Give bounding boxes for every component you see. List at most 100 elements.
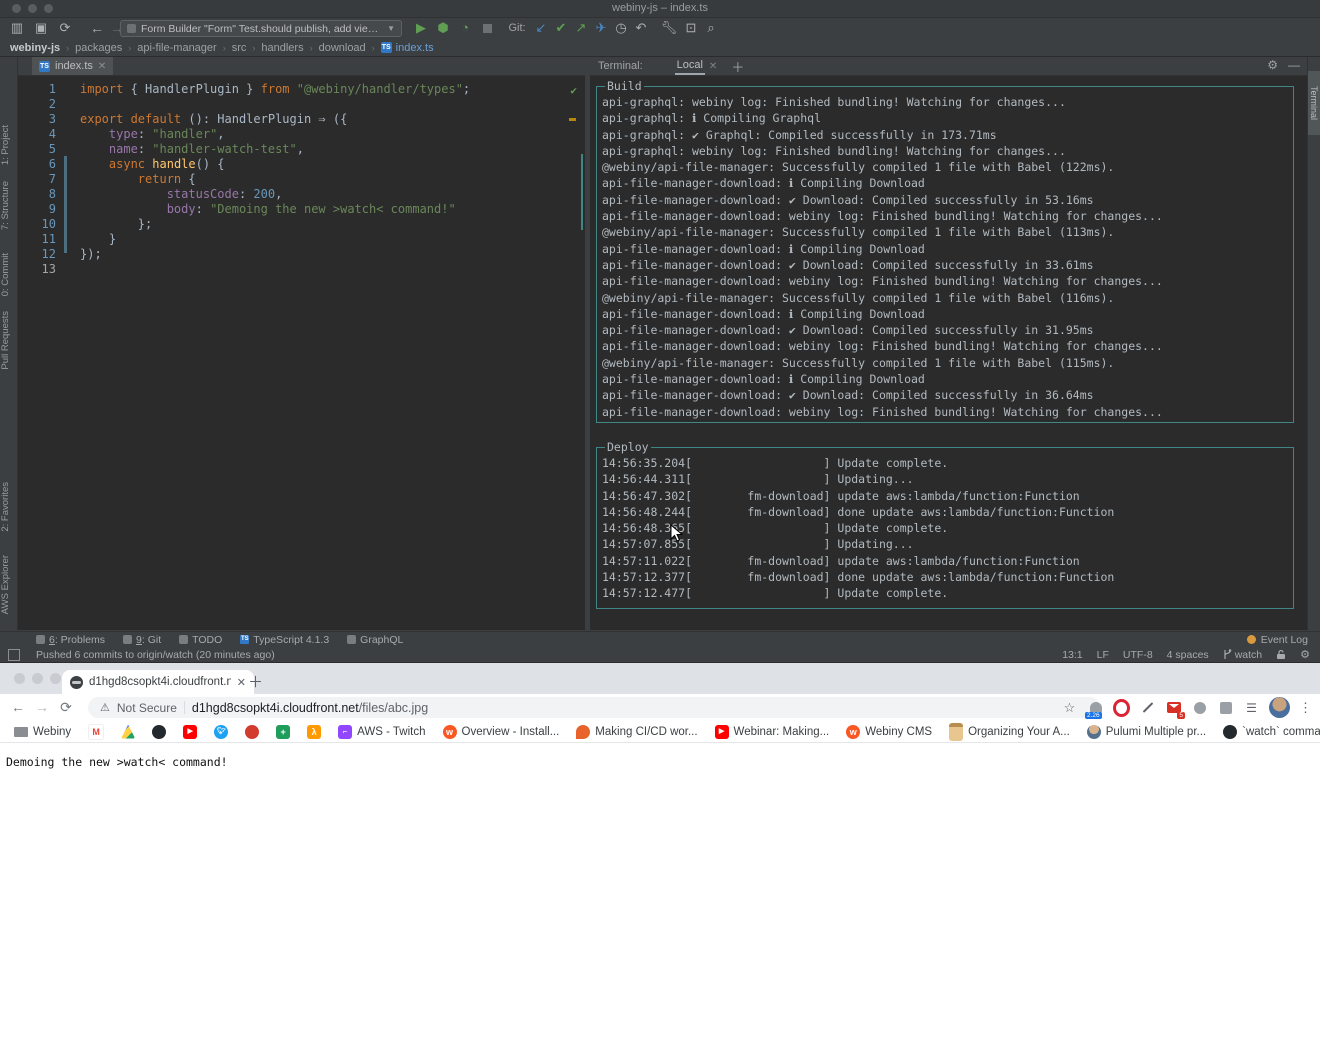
address-bar[interactable]: ⚠ Not Secure d1hgd8csopkt4i.cloudfront.n… (88, 697, 1100, 718)
breadcrumb-item[interactable]: download (319, 42, 366, 54)
bookmark-item[interactable]: wOverview - Install... (443, 725, 560, 739)
bookmark-item[interactable]: ▶ (183, 725, 197, 739)
bookmark-item[interactable]: Webiny (14, 726, 71, 738)
bookmark-item[interactable]: + (276, 725, 290, 739)
open-folder-icon[interactable]: ▥ (8, 20, 26, 36)
rollback-icon[interactable]: ↶ (632, 20, 650, 36)
toolwindow-button-todo[interactable]: TODO (179, 634, 222, 646)
git-cherrypick-icon[interactable]: ✈ (592, 20, 610, 36)
breadcrumb-item[interactable]: packages (75, 42, 122, 54)
terminal-minimize-icon[interactable]: — (1288, 58, 1300, 72)
reload-icon[interactable]: ⟳ (56, 697, 76, 717)
terminal-side-tab[interactable]: Terminal (1308, 71, 1320, 135)
bookmark-item[interactable]: ▶Webinar: Making... (715, 725, 830, 739)
sidebar-item--favorites[interactable]: 2: Favorites (0, 482, 17, 532)
sidebar-item--structure[interactable]: 7: Structure (0, 181, 17, 230)
history-icon[interactable]: ◷ (612, 20, 630, 36)
git-commit-icon[interactable]: ✔ (552, 20, 570, 36)
git-branch-widget[interactable]: watch (1223, 649, 1262, 661)
timer-extension-icon[interactable]: 2.26 (1087, 699, 1104, 716)
eyedropper-extension-icon[interactable] (1139, 699, 1156, 716)
gear-icon[interactable]: ⚙ (1300, 648, 1310, 661)
git-push-icon[interactable]: ↗ (572, 20, 590, 36)
sync-icon[interactable]: ⟳ (56, 20, 74, 36)
sidebar-item--commit[interactable]: 0: Commit (0, 253, 17, 296)
browser-menu-icon[interactable]: ⋮ (1299, 700, 1312, 716)
playlist-extension-icon[interactable]: ☰ (1243, 699, 1260, 716)
sidebar-item-aws-explorer[interactable]: AWS Explorer (0, 555, 17, 614)
terminal-window-icon[interactable]: ⊡ (682, 20, 700, 36)
terminal-tab-local[interactable]: Local (675, 58, 705, 75)
window-zoom-button[interactable] (50, 673, 61, 684)
close-icon[interactable]: ✕ (709, 61, 717, 72)
tool-window-toggle-icon[interactable] (8, 649, 20, 661)
folder-icon (14, 727, 28, 737)
bookmark-item[interactable]: Organizing Your A... (949, 723, 1070, 741)
breadcrumb-item[interactable]: handlers (261, 42, 303, 54)
run-config-dropdown[interactable]: Form Builder "Form" Test.should publish,… (120, 20, 402, 37)
profile-avatar[interactable] (1269, 697, 1290, 718)
bookmark-item[interactable]: `watch` comman... (1223, 725, 1320, 739)
editor-tab-index-ts[interactable]: TS index.ts ✕ (32, 57, 113, 75)
wrench-icon[interactable]: 🔧︎ (660, 20, 678, 36)
breadcrumb-item[interactable]: webiny-js (10, 42, 60, 54)
save-icon[interactable]: ▣ (32, 20, 50, 36)
event-log-button[interactable]: Event Log (1247, 634, 1308, 646)
chevron-right-icon: › (310, 43, 313, 53)
bookmark-item[interactable]: M (88, 724, 104, 740)
misc-extension-icon[interactable] (1191, 699, 1208, 716)
toolwindow-button-git[interactable]: 9: Git (123, 634, 161, 646)
bookmark-star-icon[interactable]: ☆ (1061, 699, 1078, 716)
close-icon[interactable]: ✕ (98, 61, 106, 72)
bookmark-item[interactable]: 🐦︎ (214, 725, 228, 739)
breadcrumb-label: index.ts (396, 42, 434, 54)
search-everywhere-icon[interactable]: ⌕ (702, 20, 720, 36)
bookmark-item[interactable]: Pulumi Multiple pr... (1087, 725, 1206, 739)
forward-icon[interactable]: → (32, 697, 52, 717)
browser-tab[interactable]: d1hgd8csopkt4i.cloudfront.ne ✕ (62, 670, 254, 694)
terminal-settings-icon[interactable]: ⚙ (1267, 58, 1278, 72)
event-log-label: Event Log (1261, 634, 1308, 646)
bookmark-item[interactable] (121, 725, 135, 739)
git-update-icon[interactable]: ↙ (532, 20, 550, 36)
caret-position[interactable]: 13:1 (1062, 649, 1082, 661)
indent-setting[interactable]: 4 spaces (1167, 649, 1209, 661)
opera-extension-icon[interactable] (1113, 699, 1130, 716)
bookmark-item[interactable] (152, 725, 166, 739)
window-minimize-button[interactable] (32, 673, 43, 684)
back-icon[interactable]: ← (88, 20, 106, 36)
editor-code[interactable]: import { HandlerPlugin } from "@webiny/h… (80, 82, 585, 277)
close-icon[interactable]: ✕ (237, 676, 246, 689)
debug-button[interactable]: ⬢ (434, 20, 452, 36)
line-ending[interactable]: LF (1097, 649, 1109, 661)
toolwindow-button-ts[interactable]: TSTypeScript 4.1.3 (240, 634, 329, 646)
encoding[interactable]: UTF-8 (1123, 649, 1153, 661)
toolwindow-button-problems[interactable]: 6: Problems (36, 634, 105, 646)
editor-body[interactable]: 12345678910111213 import { HandlerPlugin… (18, 76, 585, 630)
youtube-icon: ▶ (715, 725, 729, 739)
run-coverage-button[interactable]: ◔ (456, 20, 474, 36)
ide-window: webiny-js – index.ts ▥ ▣ ⟳ ← → Form Buil… (0, 0, 1320, 662)
bookmark-item[interactable] (245, 725, 259, 739)
breadcrumb-item[interactable]: TSindex.ts (381, 42, 434, 54)
bookmark-item[interactable]: wWebiny CMS (846, 725, 932, 739)
stop-button[interactable] (478, 20, 496, 36)
breadcrumb-item[interactable]: src (232, 42, 247, 54)
back-icon[interactable]: ← (8, 697, 28, 717)
sidebar-item--project[interactable]: 1: Project (0, 125, 17, 165)
bookmark-item[interactable]: λ (307, 725, 321, 739)
mail-extension-icon[interactable]: 5 (1165, 699, 1182, 716)
window-close-button[interactable] (14, 673, 25, 684)
new-tab-button[interactable]: ＋ (248, 671, 263, 692)
bookmark-item[interactable]: ⌐AWS - Twitch (338, 725, 425, 739)
breadcrumb-item[interactable]: api-file-manager (137, 42, 216, 54)
toolwindow-button-graphql[interactable]: GraphQL (347, 634, 403, 646)
puzzle-extensions-icon[interactable] (1217, 699, 1234, 716)
run-button[interactable]: ▶ (412, 20, 430, 36)
url-host: d1hgd8csopkt4i.cloudfront.net (192, 701, 359, 715)
new-terminal-button[interactable]: ＋ (731, 57, 744, 76)
bookmark-item[interactable]: Making CI/CD wor... (576, 725, 697, 739)
terminal-body[interactable]: Build api-graphql: webiny log: Finished … (590, 76, 1308, 630)
lock-icon[interactable] (1276, 649, 1286, 660)
sidebar-item-pull-requests[interactable]: Pull Requests (0, 311, 17, 370)
